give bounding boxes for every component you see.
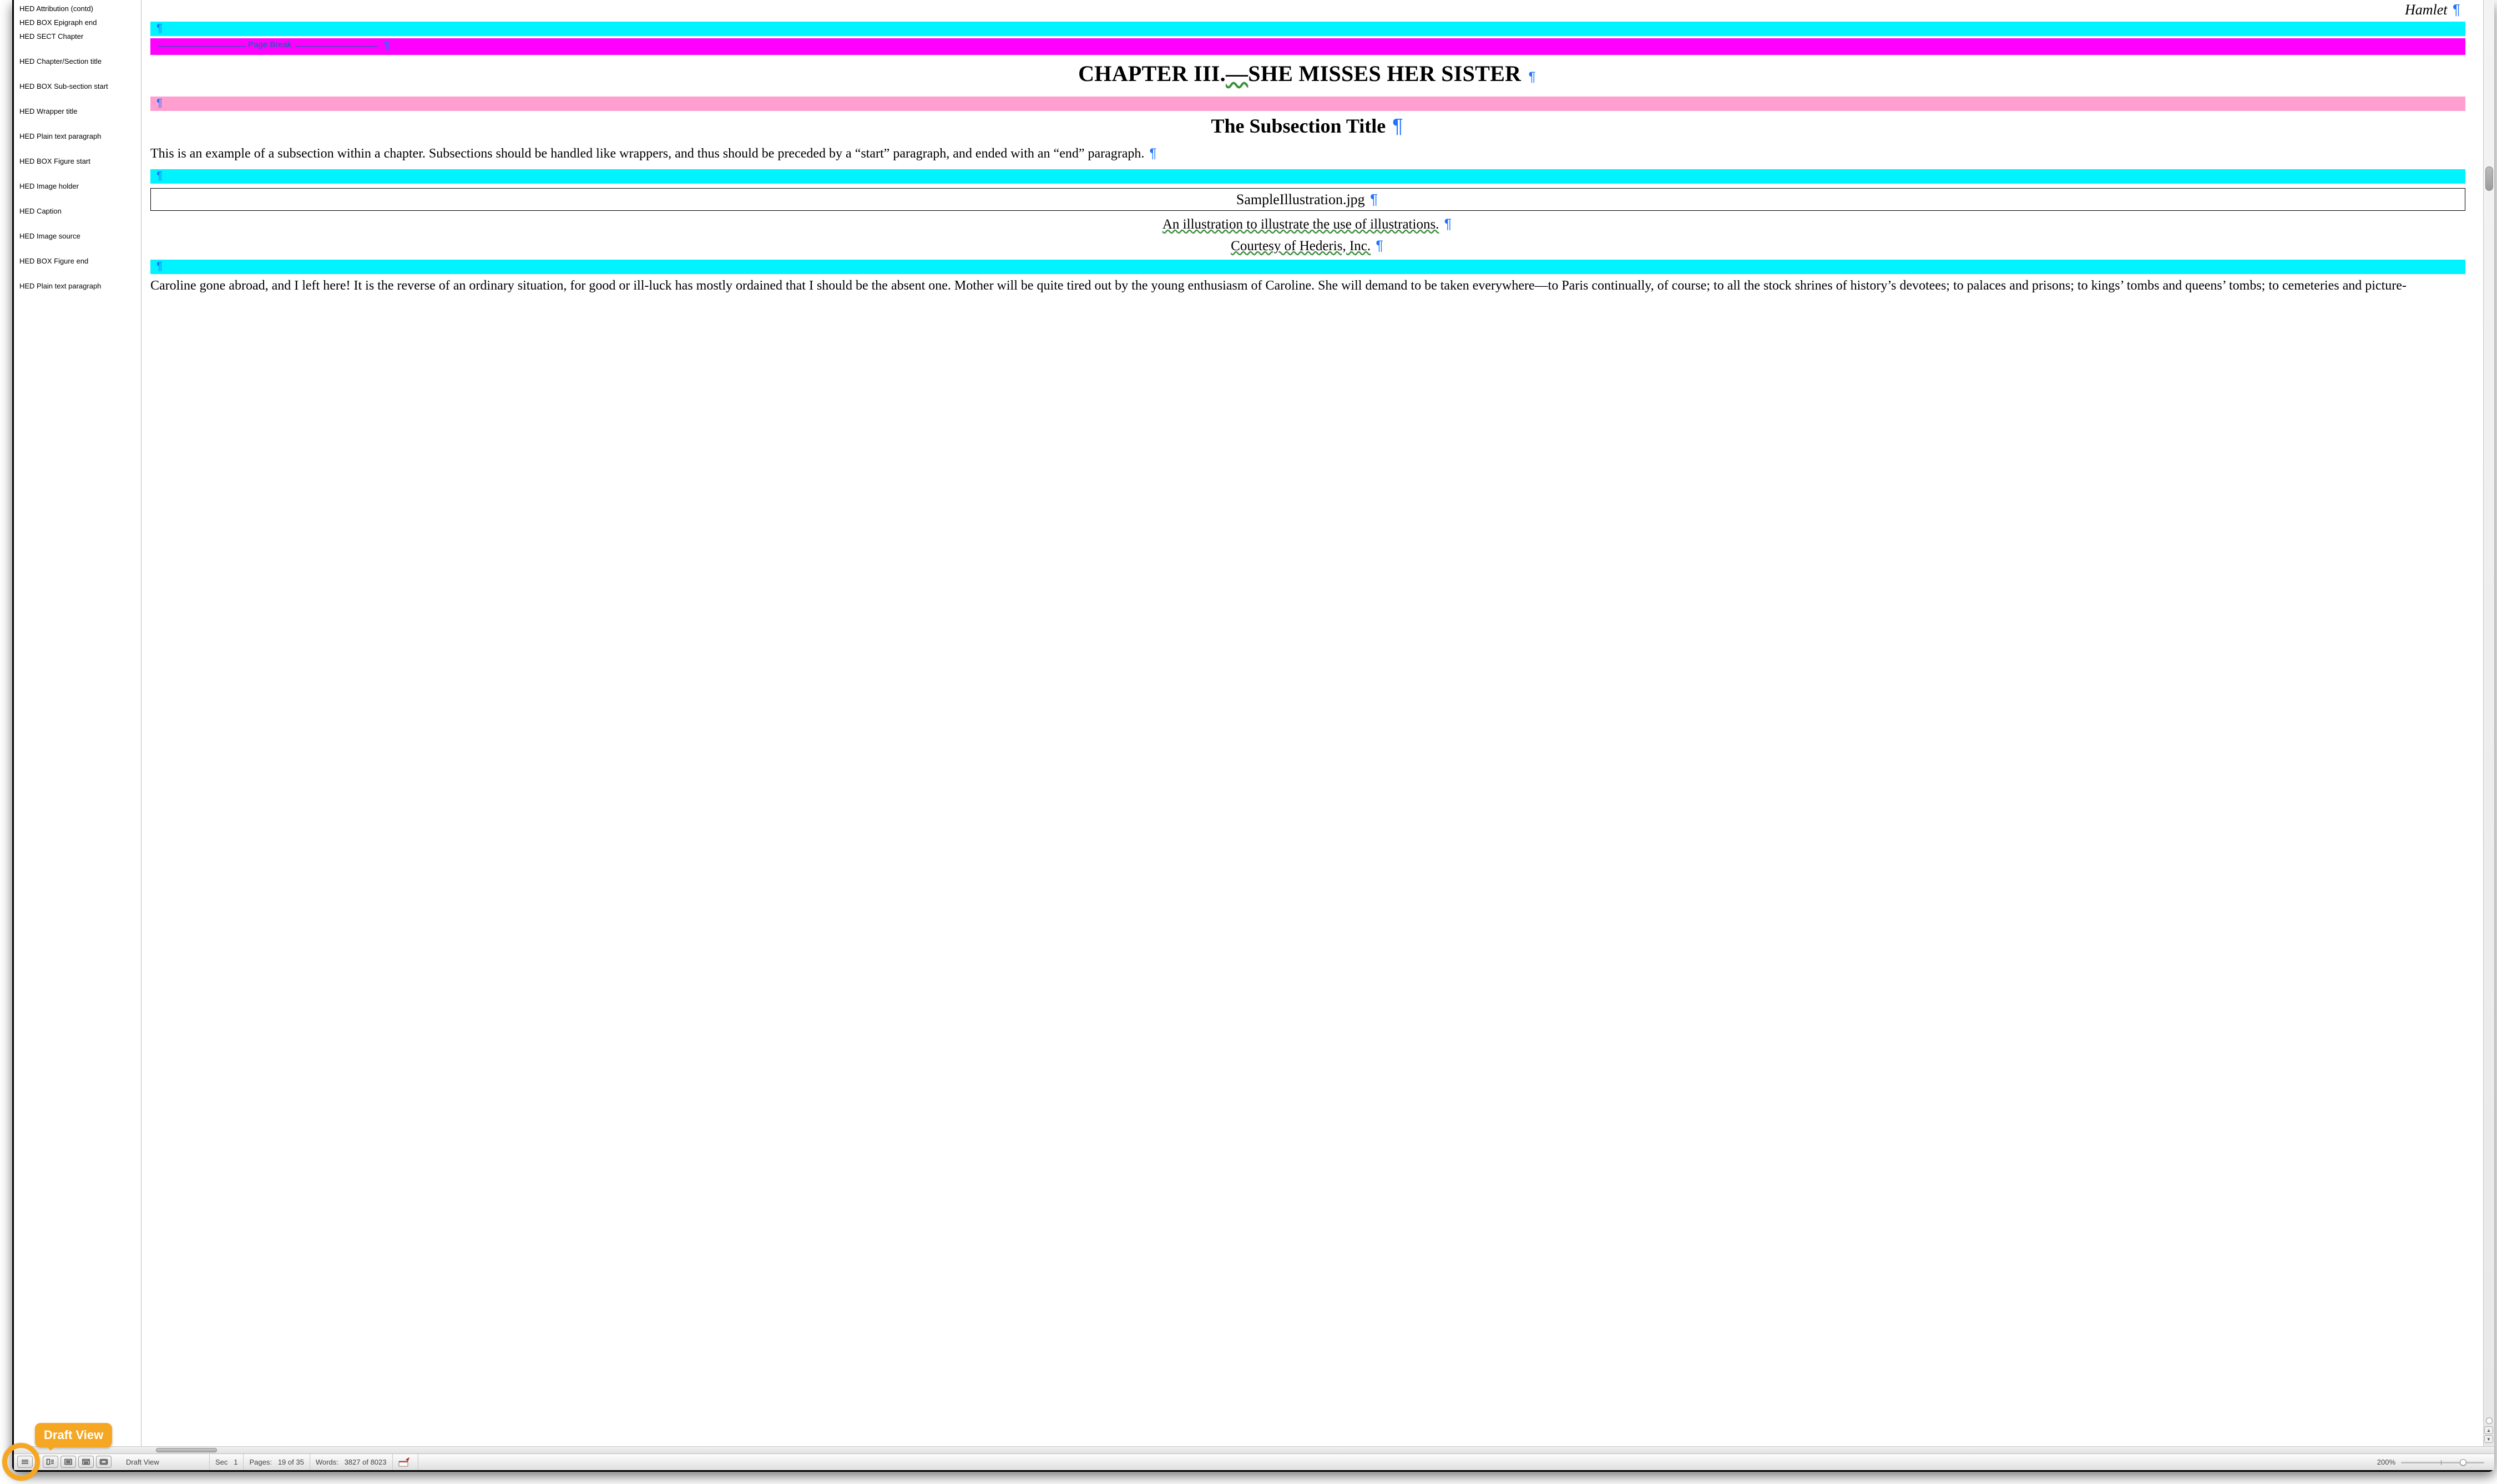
body-text: Caroline gone abroad, and I left here! I… <box>150 278 2407 293</box>
pilcrow-icon: ¶ <box>1391 114 1404 137</box>
style-item[interactable]: HED Wrapper title <box>14 105 141 130</box>
body-paragraph: This is an example of a subsection withi… <box>150 145 2465 163</box>
style-item[interactable]: HED BOX Figure start <box>14 155 141 180</box>
split-handle-icon[interactable] <box>2486 1417 2493 1424</box>
status-words-value: 3827 of 8023 <box>345 1458 387 1466</box>
chapter-title-dash: — <box>1226 61 1248 86</box>
scroll-stepper[interactable]: ▲ ▼ <box>2484 1426 2493 1444</box>
subsection-start-bar: ¶ <box>150 97 2465 111</box>
style-item[interactable]: HED Plain text paragraph <box>14 280 141 305</box>
status-pages-value: 19 of 35 <box>278 1458 304 1466</box>
pilcrow-icon: ¶ <box>1443 216 1453 232</box>
image-filename: SampleIllustration.jpg <box>1236 191 1365 207</box>
pilcrow-icon: ¶ <box>155 22 164 35</box>
zoom-slider[interactable] <box>2401 1458 2484 1467</box>
body-text: This is an example of a subsection withi… <box>150 146 1148 161</box>
status-words[interactable]: Words: 3827 of 8023 <box>310 1454 392 1470</box>
scrollbar-thumb[interactable] <box>156 1448 217 1452</box>
caption-text: An illustration to illustrate the use of… <box>1162 217 1439 232</box>
page-break-rule <box>296 46 378 47</box>
style-item[interactable]: HED BOX Figure end <box>14 255 141 280</box>
page-break-label: Page Break <box>248 40 291 49</box>
annotation-ring <box>2 1443 40 1481</box>
pilcrow-icon: ¶ <box>2451 1 2462 18</box>
image-source: Courtesy of Hederis, Inc. ¶ <box>150 238 2465 254</box>
word-window: HED Attribution (contd) HED BOX Epigraph… <box>12 0 2494 1472</box>
chapter-title-rest: SHE MISSES HER SISTER <box>1248 61 1521 86</box>
outline-view-button[interactable] <box>43 1456 58 1468</box>
pilcrow-icon: ¶ <box>1368 191 1379 207</box>
style-item[interactable]: HED Chapter/Section title <box>14 55 141 80</box>
figure-start-bar: ¶ <box>150 169 2465 184</box>
status-pages-label: Pages: <box>249 1458 271 1466</box>
print-layout-view-button[interactable] <box>78 1456 94 1468</box>
style-item[interactable]: HED Image source <box>14 230 141 255</box>
zoom-slider-knob[interactable] <box>2460 1459 2466 1466</box>
source-text: Courtesy of Hederis, Inc. <box>1231 239 1371 254</box>
annotation-callout: Draft View <box>35 1423 112 1447</box>
status-spacer <box>418 1454 2377 1470</box>
pilcrow-icon: ¶ <box>155 97 164 110</box>
epigraph-end-bar: ¶ <box>150 22 2465 36</box>
spellcheck-status-button[interactable] <box>392 1454 418 1470</box>
image-caption: An illustration to illustrate the use of… <box>150 216 2465 232</box>
zoom-slider-track <box>2401 1462 2484 1463</box>
horizontal-scrollbar[interactable] <box>14 1446 2494 1453</box>
page-break-rule <box>158 46 246 47</box>
publishing-view-button[interactable] <box>60 1456 76 1468</box>
style-item[interactable]: HED Attribution (contd) <box>14 2 141 16</box>
style-area-pane[interactable]: HED Attribution (contd) HED BOX Epigraph… <box>14 0 141 1446</box>
pilcrow-icon: ¶ <box>1527 69 1538 84</box>
zoom-slider-tick <box>2441 1460 2442 1465</box>
style-item[interactable]: HED Caption <box>14 205 141 230</box>
status-pages[interactable]: Pages: 19 of 35 <box>243 1454 309 1470</box>
image-holder: SampleIllustration.jpg ¶ <box>150 188 2465 211</box>
zoom-value[interactable]: 200% <box>2377 1458 2395 1466</box>
pilcrow-icon: ¶ <box>155 260 164 273</box>
style-item[interactable]: HED BOX Epigraph end <box>14 16 141 30</box>
chapter-title: CHAPTER III.—SHE MISSES HER SISTER ¶ <box>150 60 2465 87</box>
callout-label: Draft View <box>44 1428 103 1442</box>
status-sec-label: Sec <box>215 1458 228 1466</box>
pilcrow-icon: ¶ <box>382 39 392 52</box>
scroll-up-button[interactable]: ▲ <box>2484 1426 2493 1434</box>
status-section[interactable]: Sec 1 <box>209 1454 243 1470</box>
zoom-controls: 200% <box>2377 1454 2494 1470</box>
pilcrow-icon: ¶ <box>155 170 164 183</box>
document-canvas[interactable]: Hamlet ¶ ¶ Page Break ¶ CHAPTER III.—SHE… <box>141 0 2494 1446</box>
chapter-title-prefix: CHAPTER III. <box>1078 61 1226 86</box>
status-view-label[interactable]: Draft View <box>115 1454 209 1470</box>
notebook-view-button[interactable] <box>96 1456 112 1468</box>
scrollbar-thumb[interactable] <box>2485 166 2493 191</box>
status-sec-value: 1 <box>234 1458 237 1466</box>
scroll-down-button[interactable]: ▼ <box>2484 1435 2493 1443</box>
status-bar: Draft View Sec 1 Pages: 19 of 35 Words: … <box>14 1453 2494 1470</box>
style-item[interactable]: HED BOX Sub-section start <box>14 80 141 105</box>
vertical-scrollbar[interactable]: ▲ ▼ <box>2483 0 2494 1446</box>
running-head: Hamlet ¶ <box>150 1 2462 18</box>
figure-end-bar: ¶ <box>150 260 2465 274</box>
status-words-label: Words: <box>316 1458 338 1466</box>
body-paragraph: Caroline gone abroad, and I left here! I… <box>150 277 2465 295</box>
style-item[interactable]: HED SECT Chapter <box>14 30 141 55</box>
style-item[interactable]: HED Plain text paragraph <box>14 130 141 155</box>
pilcrow-icon: ¶ <box>1374 238 1384 254</box>
subsection-title: The Subsection Title ¶ <box>150 114 2465 138</box>
subsection-title-text: The Subsection Title <box>1211 115 1386 137</box>
pilcrow-icon: ¶ <box>1148 146 1158 161</box>
style-item[interactable]: HED Image holder <box>14 180 141 205</box>
running-head-text: Hamlet <box>2405 2 2448 18</box>
chapter-start-bar: Page Break ¶ <box>150 38 2465 55</box>
